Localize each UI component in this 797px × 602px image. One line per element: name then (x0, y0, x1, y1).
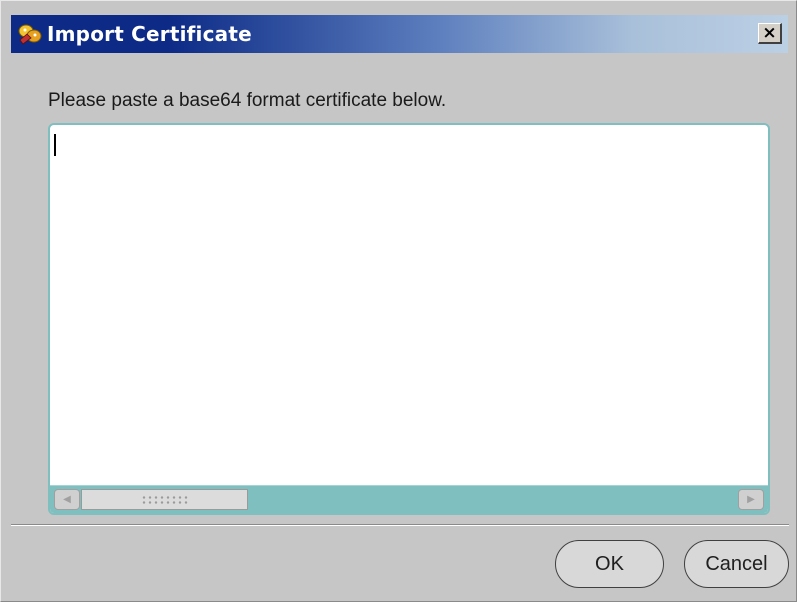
window-title: Import Certificate (47, 22, 252, 46)
cancel-button[interactable]: Cancel (684, 540, 789, 588)
title-bar[interactable]: Import Certificate × (11, 15, 788, 53)
close-button[interactable]: × (758, 23, 782, 44)
instruction-label: Please paste a base64 format certificate… (48, 90, 447, 111)
text-caret (54, 134, 56, 156)
ok-button[interactable]: OK (555, 540, 664, 588)
scroll-right-icon: ▶ (747, 494, 755, 505)
scroll-right-button[interactable]: ▶ (738, 489, 764, 510)
scroll-left-button[interactable]: ◀ (54, 489, 80, 510)
horizontal-scrollbar[interactable]: ◀ ▶ (50, 485, 768, 513)
scroll-thumb[interactable] (81, 489, 248, 510)
scroll-left-icon: ◀ (63, 494, 71, 505)
certificate-wizard-icon (17, 22, 43, 46)
button-separator (11, 524, 789, 526)
close-icon: × (762, 22, 777, 43)
certificate-textarea[interactable]: ◀ ▶ (48, 123, 770, 515)
import-certificate-dialog: Import Certificate × Please paste a base… (0, 0, 797, 602)
grip-icon (140, 494, 189, 505)
